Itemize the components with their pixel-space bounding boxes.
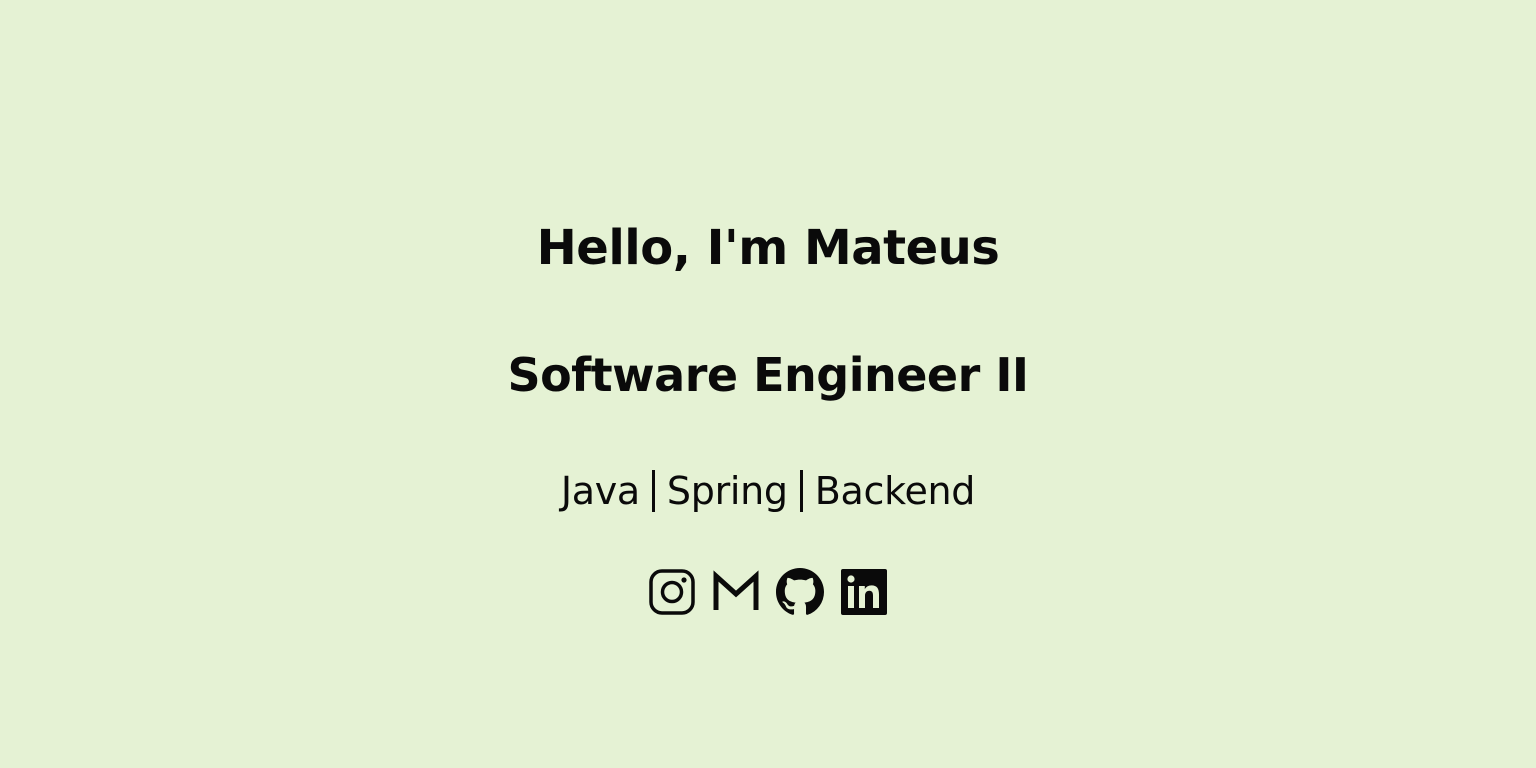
instagram-icon (649, 569, 695, 615)
skill-backend: Backend (814, 469, 976, 513)
job-title: Software Engineer II (507, 348, 1029, 402)
linkedin-link[interactable] (840, 568, 888, 616)
github-icon (776, 568, 824, 615)
page: Hello, I'm Mateus Software Engineer II J… (0, 0, 1536, 768)
skill-separator (651, 470, 655, 512)
gmail-link[interactable] (712, 568, 760, 616)
page-title: Hello, I'm Mateus (536, 220, 1000, 276)
github-link[interactable] (776, 568, 824, 616)
social-links (0, 568, 1536, 616)
skill-spring: Spring (666, 469, 788, 513)
gmail-icon (713, 570, 759, 610)
skill-separator (799, 470, 803, 512)
skills-line: Java Spring Backend (0, 466, 1536, 516)
instagram-link[interactable] (648, 568, 696, 616)
skill-java: Java (560, 469, 640, 513)
linkedin-icon (841, 569, 887, 615)
